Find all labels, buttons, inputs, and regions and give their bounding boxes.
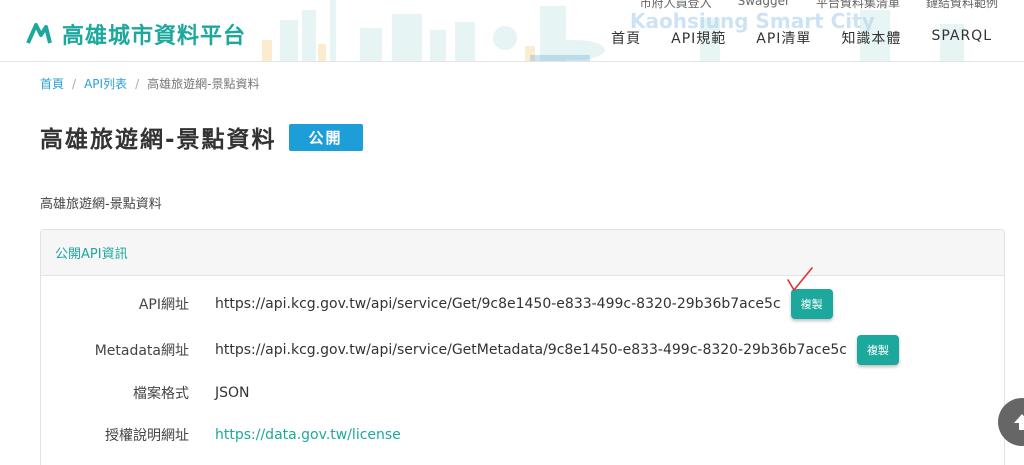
- nav-sparql[interactable]: SPARQL: [931, 28, 992, 48]
- nav-ontology[interactable]: 知識本體: [841, 28, 901, 48]
- license-url-link[interactable]: https://data.gov.tw/license: [215, 427, 401, 443]
- breadcrumb-separator: /: [135, 76, 140, 91]
- main-nav: 首頁 API規範 API清單 知識本體 SPARQL: [611, 28, 992, 48]
- metadata-url-value[interactable]: https://api.kcg.gov.tw/api/service/GetMe…: [215, 342, 847, 358]
- linked-data-example-link[interactable]: 鏈結資料範例: [926, 0, 998, 11]
- file-format-label: 檔案格式: [133, 386, 189, 402]
- api-url-value[interactable]: https://api.kcg.gov.tw/api/service/Get/9…: [215, 296, 781, 312]
- public-badge: 公開: [288, 123, 363, 151]
- dataset-list-link[interactable]: 平台資料集清單: [816, 0, 900, 11]
- nav-api-list[interactable]: API清單: [756, 28, 811, 48]
- site-logo[interactable]: 高雄城市資料平台: [26, 18, 246, 50]
- copy-metadata-url-button[interactable]: 複製: [856, 335, 899, 365]
- api-url-label: API網址: [138, 297, 189, 313]
- page-title: 高雄旅遊網-景點資料: [40, 127, 277, 153]
- nav-api-spec[interactable]: API規範: [671, 28, 726, 48]
- breadcrumb: 首頁 / API列表 / 高雄旅遊網-景點資料: [40, 75, 259, 92]
- site-header: Kaohsiung Smart City 高雄城市資料平台 市府人員登入 Swa…: [0, 0, 1024, 62]
- utility-links: 市府人員登入 Swagger 平台資料集清單 鏈結資料範例: [640, 0, 998, 11]
- page-description: 高雄旅遊網-景點資料: [40, 197, 162, 212]
- site-title: 高雄城市資料平台: [62, 24, 247, 49]
- file-format-row: 檔案格式 JSON: [41, 378, 1004, 408]
- staff-login-link[interactable]: 市府人員登入: [640, 0, 712, 11]
- api-url-row: API網址 https://api.kcg.gov.tw/api/service…: [41, 289, 1004, 319]
- breadcrumb-current: 高雄旅遊網-景點資料: [147, 77, 260, 91]
- metadata-url-row: Metadata網址 https://api.kcg.gov.tw/api/se…: [41, 335, 1004, 365]
- swagger-link[interactable]: Swagger: [738, 0, 790, 11]
- license-url-label: 授權說明網址: [105, 428, 189, 444]
- metadata-url-label: Metadata網址: [94, 343, 189, 359]
- panel-heading: 公開API資訊: [41, 230, 1004, 276]
- license-url-row: 授權說明網址 https://data.gov.tw/license: [41, 420, 1004, 450]
- page-title-row: 高雄旅遊網-景點資料 公開: [40, 120, 363, 154]
- logo-mark-icon: [26, 23, 52, 44]
- public-api-info-panel: 公開API資訊 API網址 https://api.kcg.gov.tw/api…: [40, 229, 1005, 465]
- checkmark-annotation-icon: [787, 267, 813, 292]
- breadcrumb-separator: /: [72, 76, 77, 91]
- nav-home[interactable]: 首頁: [611, 28, 641, 48]
- file-format-value: JSON: [215, 385, 250, 401]
- breadcrumb-api-list[interactable]: API列表: [84, 75, 127, 92]
- breadcrumb-home[interactable]: 首頁: [40, 75, 64, 92]
- arrow-up-icon: [1014, 414, 1024, 430]
